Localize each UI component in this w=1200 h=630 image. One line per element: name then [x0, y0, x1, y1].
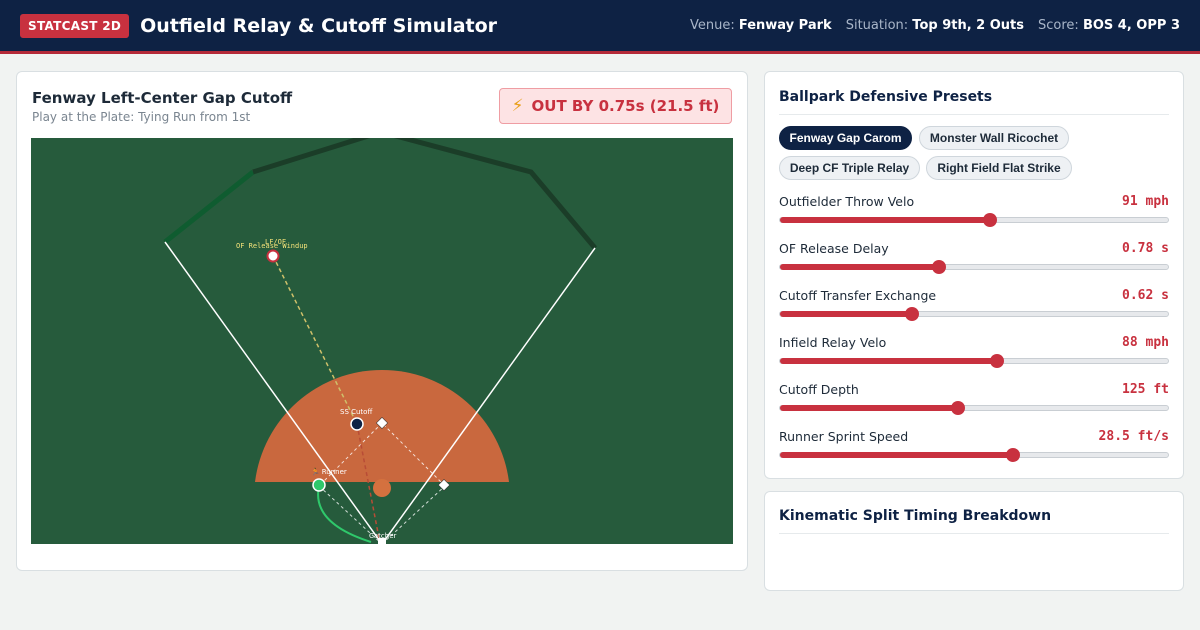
runner-marker[interactable]: [312, 478, 326, 492]
slider-thumb[interactable]: [904, 307, 919, 321]
slider-fill: [780, 405, 959, 411]
slider-runner-sprint-speed: Runner Sprint Speed 28.5 ft/s: [779, 429, 1169, 469]
simulation-panel: Fenway Left-Center Gap Cutoff Play at th…: [16, 71, 748, 571]
slider-cutoff-transfer-exchange: Cutoff Transfer Exchange 0.62 s: [779, 288, 1169, 328]
slider-track[interactable]: [779, 354, 1169, 368]
slider-thumb[interactable]: [951, 401, 966, 415]
preset-right-field-flat-strike[interactable]: Right Field Flat Strike: [926, 156, 1072, 180]
slider-fill: [780, 452, 1013, 458]
slider-fill: [780, 311, 912, 317]
ss-cutoff-label: SS Cutoff: [340, 408, 372, 416]
slider-thumb[interactable]: [982, 213, 997, 227]
top-bar: STATCAST 2D Outfield Relay & Cutoff Simu…: [0, 0, 1200, 54]
slider-label: OF Release Delay: [779, 241, 889, 256]
situation-value: Top 9th, 2 Outs: [912, 18, 1025, 33]
slider-thumb[interactable]: [1005, 448, 1020, 462]
slider-value: 125 ft: [1122, 382, 1169, 397]
timing-panel: Kinematic Split Timing Breakdown: [764, 491, 1184, 591]
slider-fill: [780, 264, 940, 270]
result-text: OUT BY 0.75s (21.5 ft): [531, 97, 720, 115]
preset-deep-cf-triple-relay[interactable]: Deep CF Triple Relay: [779, 156, 920, 180]
situation-info: Situation: Top 9th, 2 Outs: [845, 18, 1025, 33]
outfield-wall: [252, 138, 597, 250]
field-svg: OF Release Windup LF/OF SS Cutoff 🏃 Runne…: [163, 138, 597, 544]
lightning-icon: ⚡: [511, 96, 524, 116]
statcast-badge: STATCAST 2D: [20, 13, 130, 38]
field-diagram[interactable]: OF Release Windup LF/OF SS Cutoff 🏃 Runne…: [31, 138, 733, 544]
lf-of-label: LF/OF: [265, 238, 286, 246]
outfielder-marker[interactable]: [266, 249, 280, 263]
slider-infield-relay-velo: Infield Relay Velo 88 mph: [779, 335, 1169, 375]
slider-label: Infield Relay Velo: [779, 335, 887, 350]
score-info: Score: BOS 4, OPP 3: [1038, 18, 1180, 33]
preset-monster-wall-ricochet[interactable]: Monster Wall Ricochet: [919, 126, 1069, 150]
slider-fill: [780, 358, 998, 364]
slider-track[interactable]: [779, 260, 1169, 274]
timing-divider: [779, 533, 1169, 534]
slider-track[interactable]: [779, 401, 1169, 415]
venue-value: Fenway Park: [738, 18, 832, 33]
slider-thumb[interactable]: [932, 260, 947, 274]
runner-icon: 🏃: [311, 467, 320, 476]
slider-fill: [780, 217, 990, 223]
venue-info: Venue: Fenway Park: [689, 18, 832, 33]
app-title: Outfield Relay & Cutoff Simulator: [140, 14, 498, 37]
slider-cutoff-depth: Cutoff Depth 125 ft: [779, 382, 1169, 422]
presets-divider: [779, 114, 1169, 115]
slider-label: Outfielder Throw Velo: [779, 194, 915, 209]
slider-of-release-delay: OF Release Delay 0.78 s: [779, 241, 1169, 281]
slider-label: Cutoff Transfer Exchange: [779, 288, 937, 303]
presets-title: Ballpark Defensive Presets: [779, 89, 993, 105]
slider-label: Runner Sprint Speed: [779, 429, 909, 444]
slider-value: 0.62 s: [1122, 288, 1169, 303]
catcher-label: Catcher: [369, 532, 397, 540]
preset-fenway-gap-carom[interactable]: Fenway Gap Carom: [779, 126, 912, 150]
slider-track[interactable]: [779, 307, 1169, 321]
timing-title: Kinematic Split Timing Breakdown: [779, 508, 1052, 524]
score-value: BOS 4, OPP 3: [1082, 18, 1180, 33]
slider-track[interactable]: [779, 448, 1169, 462]
pitchers-mound: [373, 479, 391, 497]
green-monster-wall: [163, 170, 255, 244]
presets-panel: Ballpark Defensive Presets Fenway Gap Ca…: [764, 71, 1184, 479]
slider-thumb[interactable]: [990, 354, 1005, 368]
runner-label: 🏃 Runner: [311, 467, 347, 476]
slider-label: Cutoff Depth: [779, 382, 859, 397]
slider-value: 88 mph: [1122, 335, 1169, 350]
slider-value: 0.78 s: [1122, 241, 1169, 256]
result-badge: ⚡ OUT BY 0.75s (21.5 ft): [499, 88, 732, 124]
play-title: Fenway Left-Center Gap Cutoff: [32, 89, 293, 107]
play-subtitle: Play at the Plate: Tying Run from 1st: [32, 110, 251, 124]
slider-outfielder-throw-velo: Outfielder Throw Velo 91 mph: [779, 194, 1169, 234]
slider-value: 91 mph: [1122, 194, 1169, 209]
runner-path: [317, 485, 372, 543]
game-meta: Venue: Fenway Park Situation: Top 9th, 2…: [690, 0, 1180, 51]
slider-value: 28.5 ft/s: [1098, 429, 1169, 444]
ss-cutoff-marker[interactable]: [350, 417, 364, 431]
slider-track[interactable]: [779, 213, 1169, 227]
